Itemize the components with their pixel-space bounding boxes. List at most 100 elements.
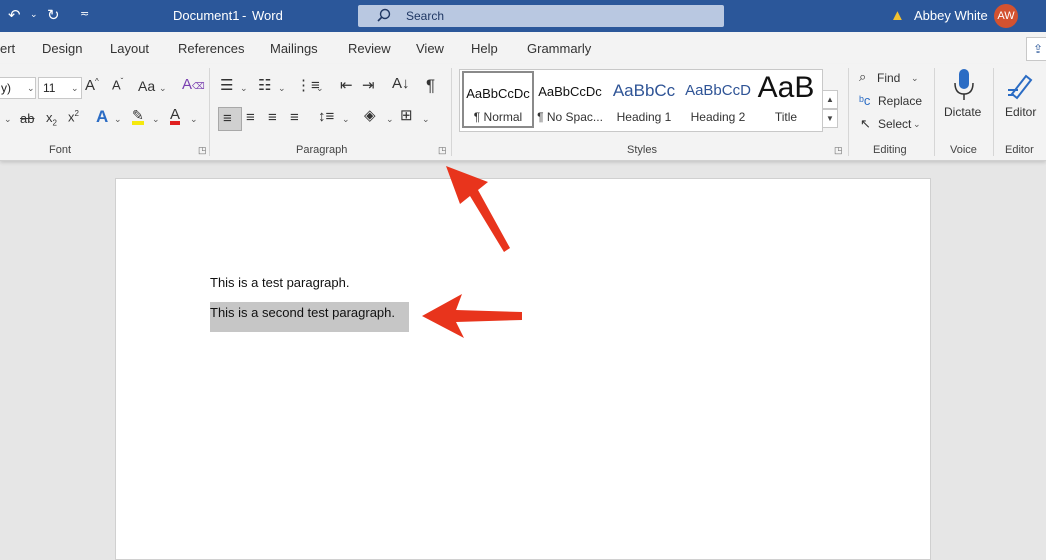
tab-help[interactable]: Help	[471, 41, 498, 56]
title-separator: -	[242, 8, 247, 23]
highlight-dropdown-icon[interactable]: ⌄	[152, 114, 160, 125]
line-spacing-icon[interactable]: ↕≡	[318, 109, 334, 124]
undo-icon[interactable]: ↶	[8, 6, 21, 24]
style-name: Heading 2	[690, 110, 746, 124]
align-right-icon[interactable]: ≡	[268, 110, 277, 125]
customize-toolbar-icon[interactable]: ≂	[80, 7, 89, 20]
bullets-dropdown-icon[interactable]: ⌄	[240, 83, 248, 94]
search-box[interactable]: Search	[358, 5, 724, 27]
paragraph-1[interactable]: This is a test paragraph.	[210, 275, 349, 290]
tab-insert[interactable]: ert	[0, 41, 15, 56]
grow-font-icon[interactable]: A^	[85, 78, 99, 94]
style-heading-1[interactable]: AaBbCc Heading 1	[608, 71, 680, 128]
font-size-dropdown-icon: ⌄	[71, 83, 79, 93]
search-icon	[377, 8, 391, 22]
strikethrough-icon[interactable]: ab	[20, 112, 34, 125]
style-heading-2[interactable]: AaBbCcD Heading 2	[682, 71, 754, 128]
document-page[interactable]	[115, 178, 931, 560]
microphone-icon	[954, 69, 974, 100]
paragraph-group-label: Paragraph	[296, 144, 348, 156]
styles-gallery: AaBbCcDc ¶ Normal AaBbCcDc ¶ No Spac... …	[459, 69, 823, 132]
tab-review[interactable]: Review	[348, 41, 391, 56]
font-dialog-launcher-icon[interactable]: ◳	[198, 146, 207, 155]
bullets-icon[interactable]: ☰	[220, 78, 233, 93]
font-size-value: 11	[43, 81, 56, 95]
find-dropdown-icon: ⌄	[911, 73, 919, 83]
paragraph-dialog-launcher-icon[interactable]: ◳	[438, 146, 447, 155]
undo-dropdown-icon[interactable]: ⌄	[30, 9, 38, 20]
styles-more-icon[interactable]: ▼	[822, 109, 838, 128]
show-formatting-marks-icon[interactable]: ¶	[426, 77, 435, 94]
tab-design[interactable]: Design	[42, 41, 82, 56]
change-case-icon[interactable]: Aa	[138, 79, 155, 93]
style-name: Heading 1	[616, 110, 672, 124]
divider	[993, 68, 994, 156]
dictate-button[interactable]: Dictate	[942, 68, 986, 138]
tab-view[interactable]: View	[416, 41, 444, 56]
styles-dialog-launcher-icon[interactable]: ◳	[834, 146, 843, 155]
tab-references[interactable]: References	[178, 41, 244, 56]
redo-icon[interactable]: ↻	[47, 6, 60, 24]
shrink-font-icon[interactable]: Aˇ	[112, 78, 123, 92]
text-effects-dropdown-icon[interactable]: ⌄	[114, 114, 122, 125]
increase-indent-icon[interactable]: ⇥	[362, 78, 375, 93]
font-size-combo[interactable]: 11 ⌄	[38, 77, 82, 99]
editing-group-label: Editing	[873, 144, 907, 156]
numbering-icon[interactable]: ☷	[258, 78, 271, 93]
line-spacing-dropdown-icon[interactable]: ⌄	[342, 114, 350, 125]
style-title[interactable]: AaB Title	[750, 71, 822, 128]
borders-icon[interactable]: ⊞	[400, 108, 413, 123]
multilevel-dropdown-icon[interactable]: ⌄	[316, 83, 324, 94]
styles-scroll-up-icon[interactable]: ▲	[822, 90, 838, 109]
user-name[interactable]: Abbey White	[914, 8, 988, 23]
decrease-indent-icon[interactable]: ⇤	[340, 78, 353, 93]
shading-icon[interactable]: ◈	[364, 108, 376, 123]
paragraph-2-selected[interactable]: This is a second test paragraph.	[210, 305, 395, 320]
font-name-dropdown-icon: ⌄	[27, 83, 35, 93]
justify-icon[interactable]: ≡	[290, 110, 299, 125]
change-case-dropdown-icon[interactable]: ⌄	[159, 83, 167, 94]
shading-dropdown-icon[interactable]: ⌄	[386, 114, 394, 125]
style-name: ¶ Normal	[473, 110, 523, 124]
font-name-combo[interactable]: y) ⌄	[0, 77, 36, 99]
align-center-icon[interactable]: ≡	[246, 110, 255, 125]
avatar[interactable]: AW	[994, 4, 1018, 28]
style-preview: AaBbCcD	[685, 82, 751, 99]
dictate-label: Dictate	[944, 105, 982, 119]
replace-icon: ᵇc	[859, 93, 871, 108]
font-color-dropdown-icon[interactable]: ⌄	[190, 114, 198, 125]
tab-mailings[interactable]: Mailings	[270, 41, 318, 56]
numbering-dropdown-icon[interactable]: ⌄	[278, 83, 286, 94]
editor-label: Editor	[1005, 105, 1037, 119]
style-preview: AaBbCcDc	[538, 84, 602, 99]
clear-formatting-icon[interactable]: A⌫	[182, 77, 205, 92]
underline-dropdown-icon[interactable]: ⌄	[4, 114, 12, 125]
highlight-color-icon[interactable]: ✎	[132, 108, 144, 125]
voice-group-label: Voice	[950, 144, 977, 156]
subscript-icon[interactable]: x2	[46, 111, 57, 128]
style-normal[interactable]: AaBbCcDc ¶ Normal	[462, 71, 534, 128]
share-icon[interactable]: ⇪	[1026, 37, 1046, 61]
search-placeholder: Search	[406, 9, 445, 23]
divider	[848, 68, 849, 156]
tab-layout[interactable]: Layout	[110, 41, 149, 56]
align-left-button[interactable]: ≡	[218, 107, 242, 131]
borders-dropdown-icon[interactable]: ⌄	[422, 114, 430, 125]
style-no-spacing[interactable]: AaBbCcDc ¶ No Spac...	[534, 71, 606, 128]
sort-icon[interactable]: A↓	[392, 76, 410, 91]
divider	[451, 68, 452, 156]
superscript-icon[interactable]: x2	[68, 110, 79, 124]
text-effects-icon[interactable]: A	[96, 108, 108, 125]
font-group-label: Font	[49, 144, 72, 156]
replace-label: Replace	[878, 94, 923, 108]
align-left-icon: ≡	[223, 110, 232, 127]
editor-button[interactable]: Editor	[1003, 68, 1046, 138]
ribbon: y) ⌄ 11 ⌄ A^ Aˇ Aa ⌄ A⌫ ⌄ ab x2 x2 A ⌄ ✎…	[0, 64, 1046, 161]
warning-icon[interactable]: ▲	[890, 7, 905, 24]
style-preview: AaB	[757, 71, 815, 104]
select-cursor-icon: ↖	[860, 116, 871, 131]
style-preview: AaBbCc	[612, 81, 676, 100]
select-dropdown-icon: ⌄	[913, 119, 921, 129]
tab-grammarly[interactable]: Grammarly	[527, 41, 591, 56]
font-color-icon[interactable]: A	[170, 107, 181, 125]
